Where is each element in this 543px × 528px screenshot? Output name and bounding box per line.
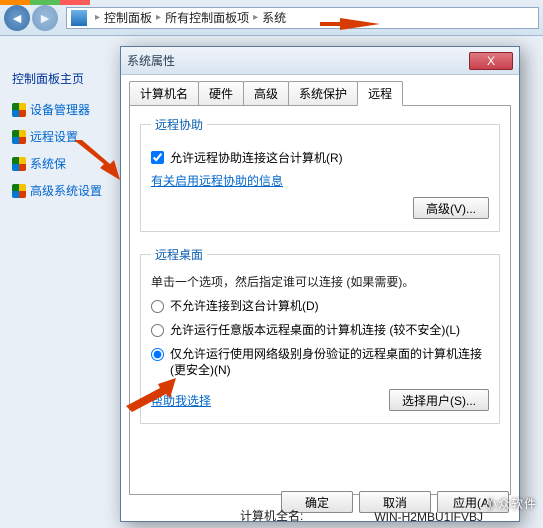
chevron-right-icon: ▸	[95, 12, 100, 23]
tab-content-remote: 远程协助 允许远程协助连接这台计算机(R) 有关启用远程协助的信息 高级(V).…	[129, 105, 511, 495]
remote-assistance-info-link[interactable]: 有关启用远程协助的信息	[151, 172, 283, 189]
dialog-titlebar[interactable]: 系统属性 X	[121, 47, 519, 75]
checkbox-label: 允许远程协助连接这台计算机(R)	[170, 149, 343, 166]
group-description: 单击一个选项，然后指定谁可以连接 (如果需要)。	[151, 273, 489, 290]
system-properties-dialog: 系统属性 X 计算机名 硬件 高级 系统保护 远程 远程协助 允许远程协助连接这…	[120, 46, 520, 522]
shield-icon	[12, 157, 26, 171]
computer-name-label: 计算机全名:	[240, 507, 303, 524]
back-button[interactable]: ◄	[4, 5, 30, 31]
radio-label: 不允许连接到这台计算机(D)	[170, 298, 489, 315]
explorer-navbar: ◄ ► ▸ 控制面板 ▸ 所有控制面板项 ▸ 系统	[0, 0, 543, 36]
select-users-button[interactable]: 选择用户(S)...	[389, 389, 489, 411]
sidebar: 控制面板主页 设备管理器 远程设置 系统保 高级系统设置	[0, 70, 120, 209]
tab-system-protection[interactable]: 系统保护	[288, 81, 358, 105]
breadcrumb-item[interactable]: 系统	[262, 9, 286, 26]
radio-label: 允许运行任意版本远程桌面的计算机连接 (较不安全)(L)	[170, 322, 489, 339]
advanced-button[interactable]: 高级(V)...	[413, 197, 489, 219]
breadcrumb[interactable]: ▸ 控制面板 ▸ 所有控制面板项 ▸ 系统	[66, 7, 539, 29]
breadcrumb-item[interactable]: 控制面板	[104, 9, 152, 26]
sidebar-item-label: 设备管理器	[30, 101, 90, 118]
close-button[interactable]: X	[469, 52, 513, 70]
tab-advanced[interactable]: 高级	[243, 81, 289, 105]
allow-remote-assistance-checkbox[interactable]	[151, 151, 164, 164]
sidebar-item-label: 高级系统设置	[30, 182, 102, 199]
dialog-title: 系统属性	[127, 52, 469, 69]
remote-assistance-group: 远程协助 允许远程协助连接这台计算机(R) 有关启用远程协助的信息 高级(V).…	[140, 116, 500, 232]
rd-option-nla-only[interactable]	[151, 348, 164, 361]
help-choose-link[interactable]: 帮助我选择	[151, 392, 211, 409]
tab-computer-name[interactable]: 计算机名	[129, 81, 199, 105]
sidebar-heading: 控制面板主页	[12, 70, 120, 87]
sidebar-item-system-protection[interactable]: 系统保	[12, 155, 120, 172]
sidebar-item-remote-settings[interactable]: 远程设置	[12, 128, 120, 145]
breadcrumb-item[interactable]: 所有控制面板项	[165, 9, 249, 26]
computer-name-value: WIN-H2MBU1IFVBJ	[374, 510, 483, 524]
shield-icon	[12, 130, 26, 144]
sidebar-item-label: 远程设置	[30, 128, 78, 145]
rd-option-any-version[interactable]	[151, 324, 164, 337]
radio-label: 仅允许运行使用网络级别身份验证的远程桌面的计算机连接 (更安全)(N)	[170, 346, 489, 380]
dialog-tabs: 计算机名 硬件 高级 系统保护 远程	[121, 75, 519, 105]
group-legend: 远程协助	[151, 116, 207, 133]
tab-hardware[interactable]: 硬件	[198, 81, 244, 105]
chevron-right-icon: ▸	[156, 12, 161, 23]
close-icon: X	[487, 54, 495, 68]
forward-button[interactable]: ►	[32, 5, 58, 31]
chevron-right-icon: ▸	[253, 12, 258, 23]
rd-option-disallow[interactable]	[151, 300, 164, 313]
group-legend: 远程桌面	[151, 246, 207, 263]
shield-icon	[12, 103, 26, 117]
sidebar-item-label: 系统保	[30, 155, 66, 172]
tab-remote[interactable]: 远程	[357, 81, 403, 106]
watermark: 小众软件	[485, 495, 537, 512]
sidebar-item-advanced[interactable]: 高级系统设置	[12, 182, 120, 199]
shield-icon	[12, 184, 26, 198]
sidebar-item-device-manager[interactable]: 设备管理器	[12, 101, 120, 118]
system-icon	[71, 10, 87, 26]
remote-desktop-group: 远程桌面 单击一个选项，然后指定谁可以连接 (如果需要)。 不允许连接到这台计算…	[140, 246, 500, 424]
